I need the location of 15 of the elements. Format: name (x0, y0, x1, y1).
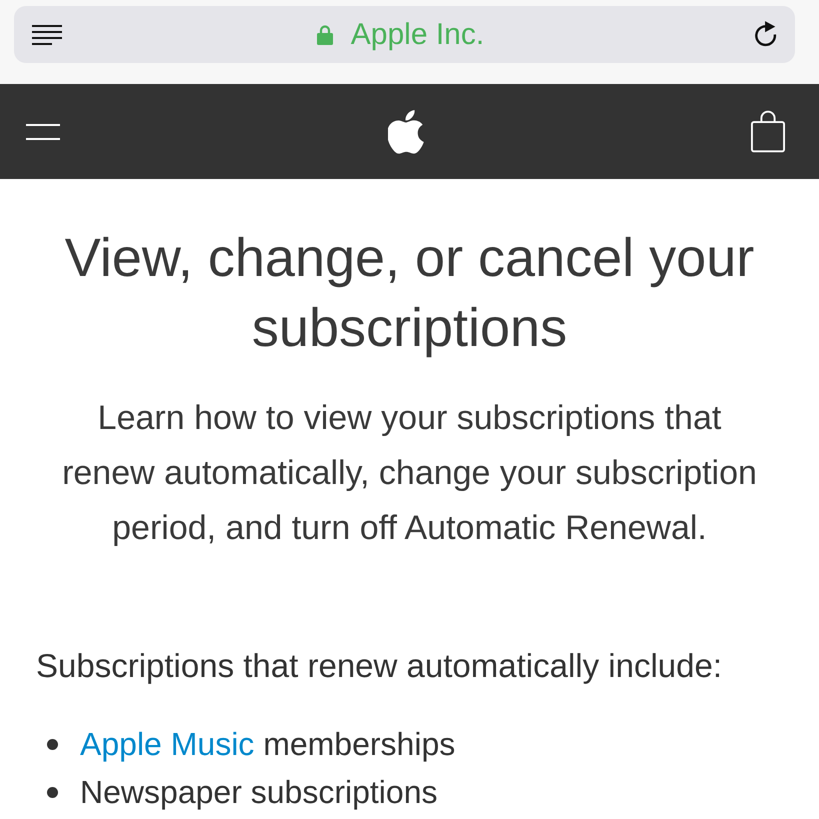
address-field[interactable]: Apple Inc. (14, 6, 795, 63)
apple-logo-icon[interactable] (388, 110, 424, 154)
section-heading: Subscriptions that renew automatically include: (35, 646, 724, 686)
shopping-bag-icon[interactable] (751, 110, 785, 153)
bullet-icon (47, 786, 58, 798)
intro-paragraph: Learn how to view your subscriptions that renew automatically, change your subscription period, and turn off Automatic Renewal. (61, 398, 758, 549)
site-name: Apple Inc. (350, 16, 484, 52)
reload-icon[interactable] (752, 20, 779, 48)
bullet-icon (47, 738, 58, 750)
page-title: View, change, or cancel your subscriptions (64, 227, 756, 360)
link[interactable]: Apple Music (80, 726, 254, 762)
reader-icon[interactable] (32, 24, 62, 44)
list-item: Newspaper subscriptions (80, 773, 438, 812)
menu-icon[interactable] (26, 124, 60, 140)
list-item: Apple Music memberships (80, 725, 456, 764)
